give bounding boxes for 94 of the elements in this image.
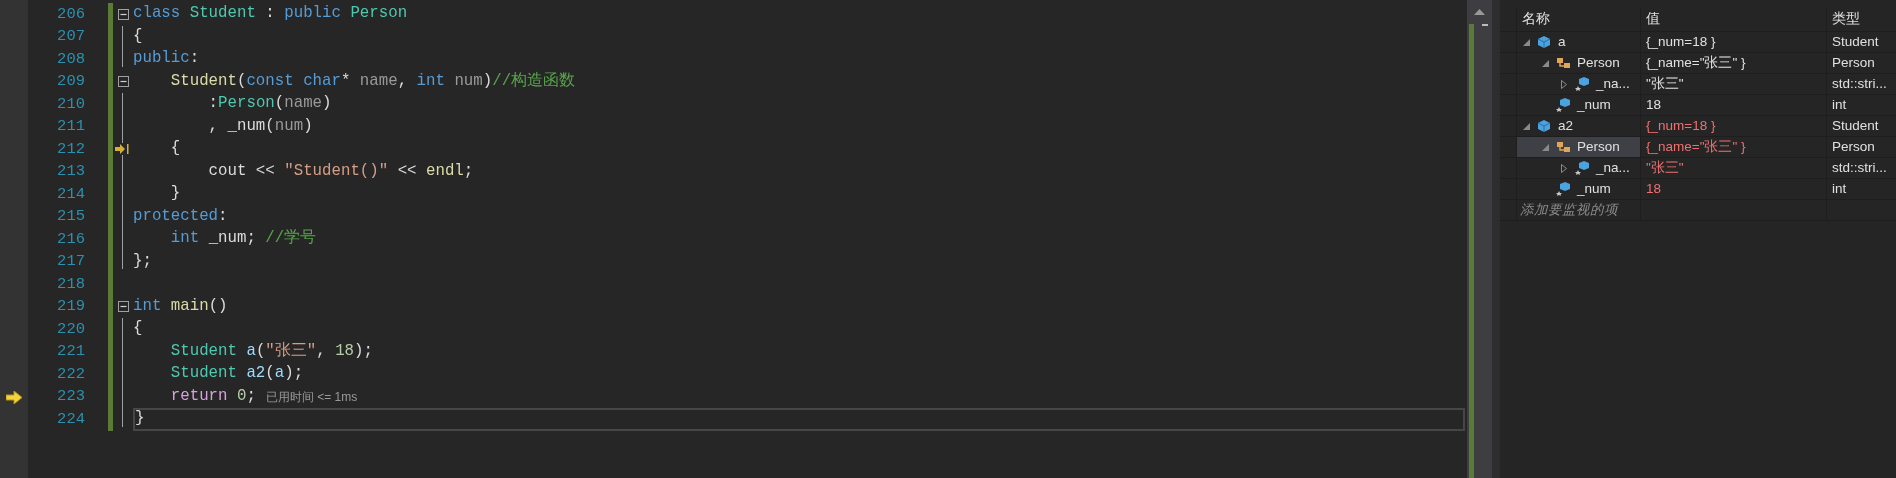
line-number: 212 [56, 138, 85, 160]
code-line: { [133, 25, 143, 47]
watch-name-cell[interactable]: Person [1516, 53, 1640, 74]
expanded-icon[interactable] [1542, 59, 1549, 67]
line-number: 220 [56, 318, 85, 340]
watch-type-cell: Person [1826, 137, 1896, 158]
watch-type-cell: int [1826, 95, 1896, 116]
line-number: 221 [56, 341, 85, 363]
cube-icon [1575, 161, 1590, 176]
column-header[interactable]: 名称 [1516, 7, 1640, 31]
line-number: 219 [56, 296, 85, 318]
watch-type-cell: Student [1826, 32, 1896, 53]
class-hierarchy-icon [1556, 140, 1571, 155]
code-line: class Student : public Person [133, 3, 408, 25]
code-line: cout << "Student()" << endl; [207, 160, 474, 182]
code-line: }; [133, 250, 152, 272]
outline-line [122, 25, 123, 67]
code-line: :Person(name) [207, 93, 332, 115]
watch-value-cell: {_name="张三" } [1640, 53, 1826, 74]
line-number: 218 [56, 273, 85, 295]
cube-icon [1556, 98, 1571, 113]
cube-icon [1575, 77, 1590, 92]
collapsed-icon[interactable] [1561, 79, 1567, 89]
cube-icon [1537, 119, 1552, 134]
variable-name: _num [1577, 96, 1611, 114]
line-number: 211 [56, 116, 85, 138]
watch-name-cell[interactable]: _num [1516, 179, 1640, 200]
watch-value-cell: {_num=18 } [1640, 32, 1826, 53]
cube-icon [1556, 182, 1571, 197]
watch-name-cell[interactable]: Person [1516, 137, 1640, 158]
cube-icon [1537, 35, 1552, 50]
expanded-icon[interactable] [1542, 143, 1549, 151]
watch-value-cell: {_num=18 } [1640, 116, 1826, 137]
collapse-icon[interactable] [117, 301, 129, 313]
watch-value-cell: {_name="张三" } [1640, 137, 1826, 158]
line-number: 208 [56, 48, 85, 70]
add-watch-field[interactable]: 添加要监视的项 [1516, 200, 1640, 221]
collapse-icon[interactable] [117, 76, 129, 88]
variable-name: a [1558, 33, 1566, 51]
line-number: 207 [56, 26, 85, 48]
expanded-icon[interactable] [1523, 122, 1530, 130]
code-line: int main() [133, 295, 228, 317]
line-number: 214 [56, 183, 85, 205]
code-line: Student a2(a); [169, 363, 304, 385]
collapse-icon[interactable] [117, 8, 129, 20]
line-number: 217 [56, 251, 85, 273]
variable-name: _na... [1596, 159, 1630, 177]
line-number: 216 [56, 228, 85, 250]
variable-name: a2 [1558, 117, 1574, 135]
watch-name-cell[interactable]: _num [1516, 95, 1640, 116]
code-line: } [169, 183, 181, 205]
scrollbar[interactable] [1467, 0, 1492, 478]
watch-type-cell: int [1826, 179, 1896, 200]
code-line: { [133, 318, 143, 340]
watch-value-cell: "张三" [1640, 158, 1826, 179]
watch-name-cell[interactable]: a2 [1516, 116, 1640, 137]
line-number: 210 [56, 93, 85, 115]
line-number: 215 [56, 206, 85, 228]
column-header[interactable]: 值 [1640, 7, 1826, 31]
watch-value-cell: 18 [1640, 95, 1826, 116]
watch-value-cell: "张三" [1640, 74, 1826, 95]
variable-name: _na... [1596, 75, 1630, 93]
variable-name: _num [1577, 180, 1611, 198]
code-line: public: [133, 48, 200, 70]
collapsed-icon[interactable] [1561, 163, 1567, 173]
expanded-icon[interactable] [1523, 38, 1530, 46]
elapsed-time-hint: 已用时间 <= 1ms [265, 388, 358, 406]
watch-type-cell: std::stri... [1826, 74, 1896, 95]
column-header[interactable]: 类型 [1826, 7, 1896, 31]
watch-type-cell: Person [1826, 53, 1896, 74]
scroll-up-icon[interactable] [1474, 9, 1485, 15]
line-number: 206 [56, 3, 85, 25]
line-number: 223 [56, 386, 85, 408]
variable-name: Person [1577, 138, 1620, 156]
line-number: 222 [56, 363, 85, 385]
code-line: { [169, 138, 181, 160]
code-line: Student(const char* name, int num)//构造函数 [169, 70, 576, 92]
watch-value-cell: 18 [1640, 179, 1826, 200]
code-line: } [135, 408, 145, 430]
code-line: , _num(num) [207, 115, 313, 137]
watch-type-cell: Student [1826, 116, 1896, 137]
code-line: protected: [133, 205, 228, 227]
class-hierarchy-icon [1556, 56, 1571, 71]
line-number: 209 [56, 71, 85, 93]
watch-name-cell[interactable]: _na... [1516, 74, 1640, 95]
variable-name: Person [1577, 54, 1620, 72]
code-line: Student a("张三", 18); [169, 340, 373, 362]
line-number: 213 [56, 161, 85, 183]
code-line: return 0; [169, 385, 256, 407]
watch-name-cell[interactable]: _na... [1516, 158, 1640, 179]
watch-name-cell[interactable]: a [1516, 32, 1640, 53]
code-line: int _num; //学号 [169, 228, 317, 250]
watch-type-cell: std::stri... [1826, 158, 1896, 179]
line-number: 224 [56, 408, 85, 430]
